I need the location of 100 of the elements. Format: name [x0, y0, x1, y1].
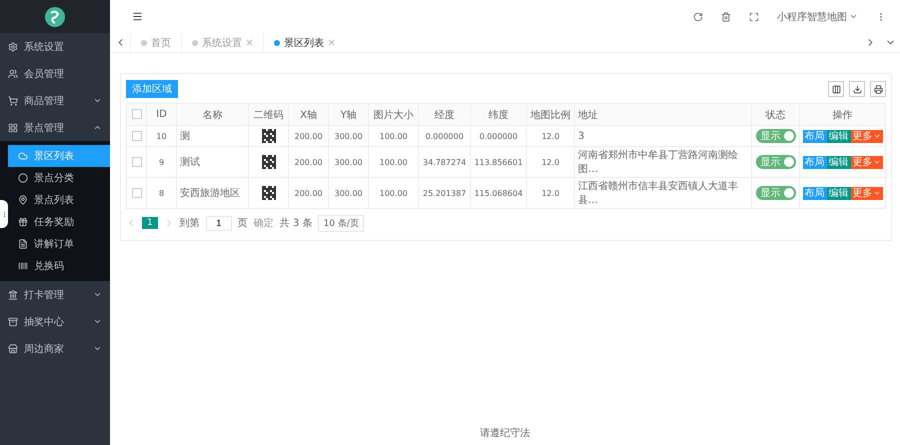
qr-code-icon [262, 186, 276, 200]
table-cell: 100.00 [368, 146, 418, 178]
submenu-icon [18, 217, 28, 227]
qr-code-icon [262, 129, 276, 143]
logo-icon [44, 6, 66, 28]
table-cell: 测 [176, 126, 248, 146]
menu-icon[interactable] [132, 11, 143, 22]
trash-icon[interactable] [721, 12, 731, 22]
action-button[interactable]: 编辑 [826, 186, 850, 200]
print-button[interactable] [870, 81, 886, 97]
export-button[interactable] [849, 81, 865, 97]
menu-item-icon [8, 96, 18, 106]
table-cell: 34.787274 [418, 146, 470, 178]
status-switch[interactable]: 显示 [756, 129, 796, 143]
download-icon [852, 84, 862, 94]
table-cell: 12.0 [526, 178, 574, 208]
drawer-handle[interactable] [0, 200, 8, 228]
sidebar-item[interactable]: 抽奖中心 [0, 308, 110, 335]
column-header: 经度 [418, 104, 470, 126]
printer-icon [874, 84, 882, 94]
table-cell: 河南省郑州市中牟县丁营路河南测绘图… [574, 146, 752, 178]
column-header: ID [146, 104, 176, 126]
action-button[interactable]: 编辑 [826, 130, 850, 142]
menu-item-icon [8, 42, 18, 52]
table-cell: 25.201387 [418, 178, 470, 208]
close-icon[interactable] [328, 39, 335, 46]
table-cell: 100.00 [368, 126, 418, 146]
column-header: 二维码 [248, 104, 288, 126]
table-cell: 12.0 [526, 146, 574, 178]
status-switch[interactable]: 显示 [756, 186, 796, 200]
table-cell: 100.00 [368, 178, 418, 208]
table-cell: 300.00 [328, 178, 368, 208]
table-cell: 115.068604 [470, 178, 526, 208]
table-cell: 300.00 [328, 126, 368, 146]
chevron-down-icon [849, 12, 858, 21]
menu-item-icon [8, 344, 18, 354]
column-header: X轴 [288, 104, 328, 126]
user-menu[interactable]: 小程序智慧地图 [777, 10, 858, 24]
submenu-icon [18, 195, 28, 205]
column-header: 状态 [752, 104, 800, 126]
action-button[interactable]: 更多 [850, 156, 882, 168]
goto-label: 到第 [180, 217, 200, 230]
submenu-icon [18, 151, 28, 161]
action-button[interactable]: 更多 [850, 186, 882, 200]
sidebar-item[interactable]: 周边商家 [0, 335, 110, 362]
status-switch[interactable]: 显示 [756, 155, 796, 169]
sidebar-item[interactable]: 系统设置 [0, 33, 110, 60]
table-cell: 300.00 [328, 146, 368, 178]
page-tab[interactable]: 首页 [130, 32, 181, 52]
page-input[interactable]: 1 [206, 216, 232, 230]
table-cell: 3 [574, 126, 752, 146]
columns-button[interactable] [828, 81, 844, 97]
close-icon[interactable] [246, 39, 253, 46]
current-page[interactable]: 1 [142, 217, 158, 229]
table-cell: 9 [146, 146, 176, 178]
table-cell: 200.00 [288, 126, 328, 146]
columns-icon [832, 84, 840, 94]
chevron-down-icon [872, 158, 880, 166]
table-cell: 12.0 [526, 126, 574, 146]
sidebar-item[interactable]: 会员管理 [0, 60, 110, 87]
column-header: Y轴 [328, 104, 368, 126]
table-cell: 8 [146, 178, 176, 208]
menu-item-icon [8, 316, 18, 326]
row-checkbox[interactable] [132, 188, 142, 198]
confirm-button[interactable]: 确定 [254, 216, 274, 230]
table-cell: 200.00 [288, 178, 328, 208]
action-button[interactable]: 编辑 [826, 156, 850, 168]
action-button[interactable]: 更多 [850, 130, 882, 142]
row-checkbox[interactable] [132, 156, 142, 167]
total-count: 共 3 条 [280, 216, 312, 230]
submenu-item[interactable]: 景区列表 [8, 145, 110, 167]
menu-item-icon [8, 68, 18, 78]
sidebar-item[interactable]: 景点管理 [0, 114, 110, 141]
refresh-icon[interactable] [693, 12, 703, 22]
action-button[interactable]: 布局 [802, 156, 826, 168]
page-tab[interactable]: 系统设置 [181, 32, 263, 52]
chevron-down-icon [872, 132, 880, 140]
sidebar-item[interactable]: 打卡管理 [0, 281, 110, 308]
column-header: 操作 [800, 104, 886, 126]
row-checkbox[interactable] [132, 130, 142, 141]
action-button[interactable]: 布局 [802, 186, 826, 200]
select-all-checkbox[interactable] [132, 109, 142, 120]
page-tab[interactable]: 景区列表 [263, 32, 345, 52]
column-header: 纬度 [470, 104, 526, 126]
table-cell: 测试 [176, 146, 248, 178]
fullscreen-icon[interactable] [749, 12, 759, 22]
page-size-select[interactable]: 10 条/页 [318, 214, 364, 232]
column-header: 地址 [574, 104, 752, 126]
footer-text: 请遵纪守法 [479, 426, 531, 441]
submenu-icon [18, 261, 28, 271]
add-area-button[interactable]: 添加区域 [126, 80, 178, 98]
table-cell: 200.00 [288, 146, 328, 178]
action-button[interactable]: 布局 [802, 130, 826, 142]
column-header: 图片大小 [368, 104, 418, 126]
table-cell: 113.856601 [470, 146, 526, 178]
column-header: 名称 [176, 104, 248, 126]
sidebar-item[interactable]: 商品管理 [0, 87, 110, 114]
page-label: 页 [238, 217, 248, 230]
column-header: 地图比例 [526, 104, 574, 126]
table-cell: 0.000000 [418, 126, 470, 146]
